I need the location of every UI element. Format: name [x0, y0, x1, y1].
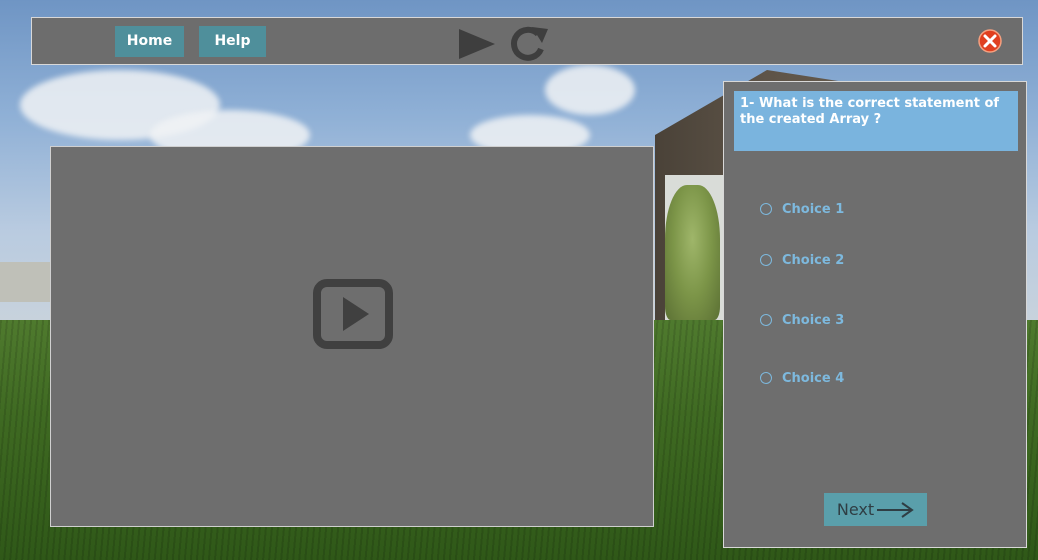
choice-3[interactable]: Choice 3	[760, 310, 844, 330]
cloud	[545, 65, 635, 115]
play-icon[interactable]	[457, 27, 497, 61]
video-panel	[50, 146, 654, 527]
choice-label: Choice 3	[782, 312, 845, 328]
next-label: Next	[836, 500, 875, 519]
home-button[interactable]: Home	[115, 26, 184, 57]
choice-label: Choice 2	[782, 252, 845, 268]
choice-2[interactable]: Choice 2	[760, 250, 844, 270]
radio-button[interactable]	[760, 372, 772, 384]
radio-button[interactable]	[760, 314, 772, 326]
top-toolbar: Home Help	[31, 17, 1023, 65]
choice-1[interactable]: Choice 1	[760, 199, 844, 219]
close-icon[interactable]	[978, 29, 1002, 53]
video-play-icon[interactable]	[313, 279, 393, 349]
quiz-panel: 1- What is the correct statement of the …	[723, 81, 1027, 548]
question-text: 1- What is the correct statement of the …	[734, 91, 1018, 151]
help-button[interactable]: Help	[199, 26, 266, 57]
arrow-right-icon	[877, 501, 914, 518]
choice-4[interactable]: Choice 4	[760, 368, 844, 388]
radio-button[interactable]	[760, 254, 772, 266]
choice-label: Choice 4	[782, 370, 845, 386]
next-button[interactable]: Next	[824, 493, 927, 526]
radio-button[interactable]	[760, 203, 772, 215]
replay-icon[interactable]	[508, 25, 550, 63]
choice-label: Choice 1	[782, 201, 845, 217]
tree	[665, 185, 720, 320]
building-distant	[0, 262, 55, 302]
